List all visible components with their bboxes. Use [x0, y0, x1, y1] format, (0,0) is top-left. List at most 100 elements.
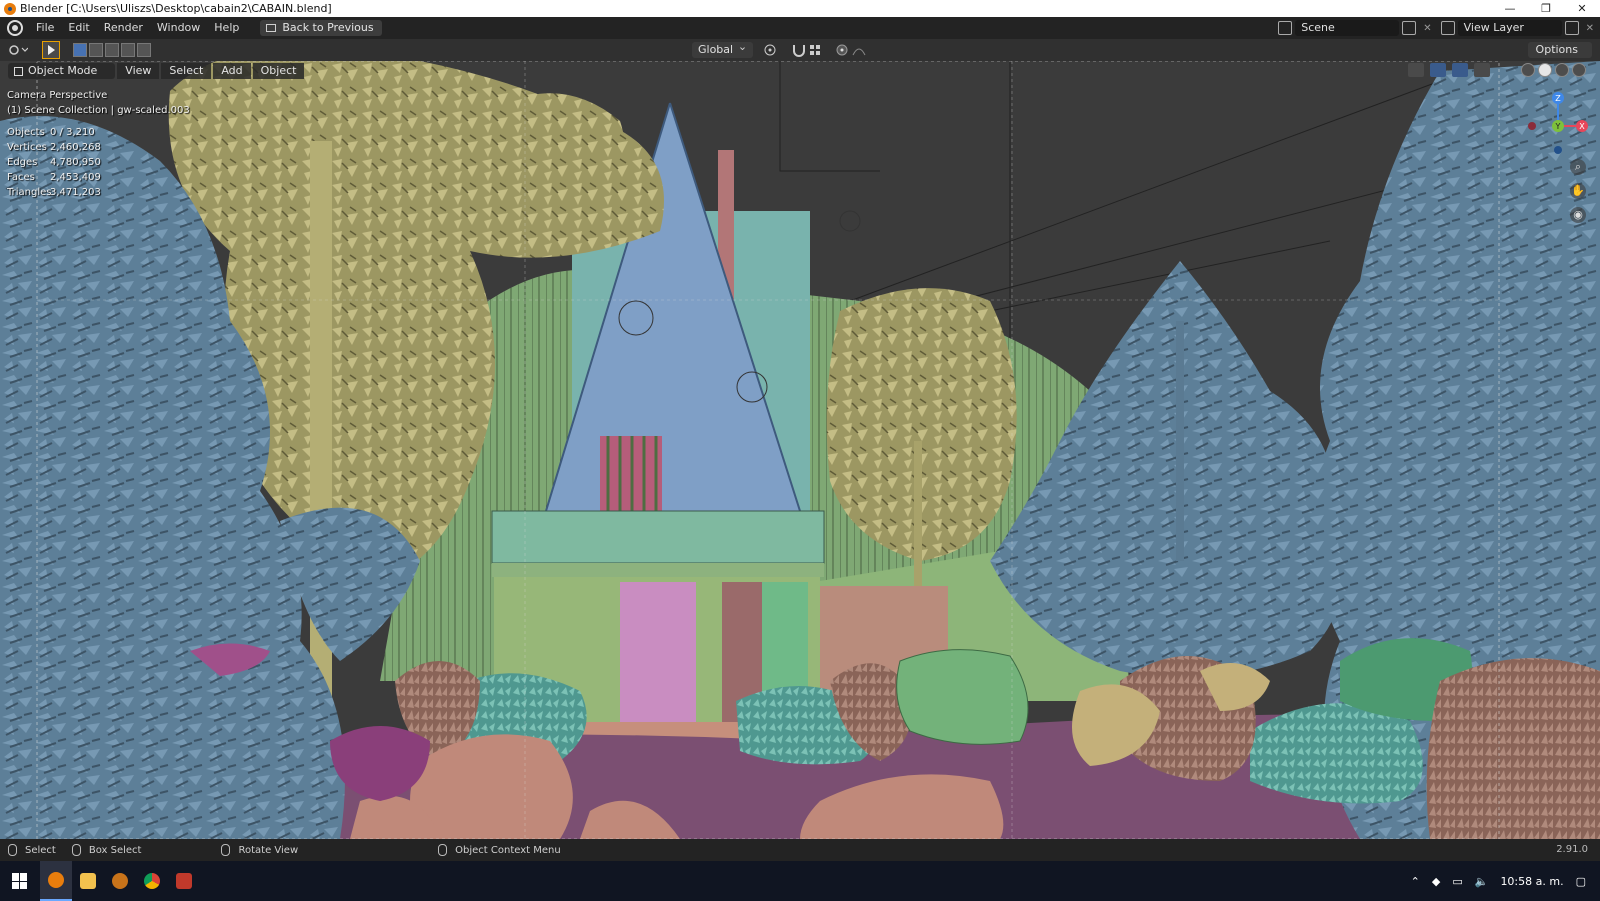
chrome-icon	[144, 873, 160, 889]
stat-key: Triangles	[7, 187, 52, 198]
zoom-icon[interactable]: ⌕	[1570, 159, 1586, 175]
blender-taskbar-icon	[48, 872, 64, 888]
3d-viewport[interactable]: Object Mode View Select Add Object Camer…	[0, 61, 1600, 839]
restore-button[interactable]: ❐	[1528, 0, 1564, 17]
close-button[interactable]: ✕	[1564, 0, 1600, 17]
collection-label: (1) Scene Collection | gw-scaled.003	[7, 105, 190, 116]
stat-value: 0 / 3,210	[50, 127, 95, 138]
blender-alt-icon	[112, 873, 128, 889]
view-layer-field[interactable]: View Layer	[1457, 20, 1562, 36]
stat-row: Objects 0 / 3,210	[7, 125, 101, 140]
select-tool-button[interactable]	[42, 41, 60, 59]
viewport-menu-add[interactable]: Add	[213, 63, 251, 79]
delete-scene-icon[interactable]: ✕	[1423, 23, 1431, 34]
blender-app-icon	[4, 2, 16, 15]
scene-viewlayer-group: Scene ✕ View Layer ✕	[1275, 17, 1600, 39]
taskbar-blender-2[interactable]	[104, 861, 136, 901]
mouse-right-icon	[438, 844, 448, 856]
viewport-menu-view[interactable]: View	[117, 63, 160, 79]
gizmo-x-label: X	[1579, 122, 1585, 131]
select-invert-icon[interactable]	[121, 43, 135, 57]
gizmo-neg-x[interactable]	[1528, 122, 1536, 130]
status-select-label: Select	[25, 844, 56, 856]
menu-window[interactable]: Window	[150, 17, 207, 39]
blender-logo-icon[interactable]	[7, 20, 23, 36]
new-view-layer-icon[interactable]	[1564, 21, 1579, 35]
options-dropdown[interactable]: Options	[1527, 42, 1592, 58]
view-layer-icon[interactable]	[1440, 21, 1455, 35]
select-subtract-icon[interactable]	[105, 43, 119, 57]
stat-row: Vertices 2,460,268	[7, 140, 101, 155]
taskbar-blender[interactable]	[40, 861, 72, 901]
menu-render[interactable]: Render	[97, 17, 150, 39]
xray-toggle-icon[interactable]	[1474, 63, 1490, 77]
gizmo-toggle-icon[interactable]	[1430, 63, 1446, 77]
select-extend-icon[interactable]	[89, 43, 103, 57]
editor-type-icon[interactable]	[8, 43, 28, 57]
taskbar-file-explorer[interactable]	[72, 861, 104, 901]
viewport-menu-object[interactable]: Object	[252, 63, 305, 79]
clock[interactable]: 10:58 a. m.	[1500, 875, 1563, 888]
menu-edit[interactable]: Edit	[61, 17, 96, 39]
window-controls: — ❐ ✕	[1492, 0, 1600, 17]
pan-hand-icon[interactable]: ✋	[1570, 183, 1586, 199]
proportional-editing-icon[interactable]	[835, 43, 851, 57]
viewport-menu-select[interactable]: Select	[161, 63, 212, 79]
status-box-select-label: Box Select	[88, 844, 142, 856]
stat-key: Faces	[7, 172, 35, 183]
status-bar: Select Box Select Rotate View Object Con…	[0, 839, 1600, 861]
notifications-icon[interactable]: ▢	[1576, 875, 1586, 888]
status-select: Select	[8, 844, 56, 856]
status-context-menu: Object Context Menu	[438, 844, 561, 856]
status-context-menu-label: Object Context Menu	[455, 844, 561, 856]
back-to-previous-button[interactable]: Back to Previous	[260, 20, 382, 36]
shading-mode-group	[1521, 63, 1586, 77]
visibility-eye-icon[interactable]	[1408, 63, 1424, 77]
menu-file[interactable]: File	[29, 17, 61, 39]
scene-icon[interactable]	[1278, 21, 1293, 35]
stat-value: 2,460,268	[50, 142, 101, 153]
scene-field[interactable]: Scene	[1295, 20, 1400, 36]
gizmo-neg-z[interactable]	[1554, 146, 1562, 154]
network-icon[interactable]: ▭	[1452, 875, 1462, 888]
stat-key: Objects	[7, 127, 45, 138]
start-button[interactable]	[0, 861, 40, 901]
falloff-icon[interactable]	[851, 43, 869, 57]
material-shading-icon[interactable]	[1555, 63, 1569, 77]
object-mode-dropdown[interactable]: Object Mode	[8, 63, 116, 79]
status-rotate-view: Rotate View	[221, 844, 298, 856]
snap-increment-icon[interactable]	[807, 43, 829, 57]
menu-help[interactable]: Help	[207, 17, 246, 39]
gizmo-y-label: Y	[1555, 122, 1561, 131]
grid-app-icon	[176, 873, 192, 889]
scene-render[interactable]	[0, 61, 1600, 839]
overlays-toggle-icon[interactable]	[1452, 63, 1468, 77]
mouse-left-icon	[8, 844, 17, 856]
gizmo-z-label: Z	[1555, 94, 1561, 103]
pivot-point-icon[interactable]	[763, 43, 785, 57]
wireframe-shading-icon[interactable]	[1521, 63, 1535, 77]
scene-statistics: Objects 0 / 3,210 Vertices 2,460,268 Edges…	[7, 125, 101, 200]
rendered-shading-icon[interactable]	[1572, 63, 1586, 77]
minimize-button[interactable]: —	[1492, 0, 1528, 17]
select-new-icon[interactable]	[73, 43, 87, 57]
mouse-middle-icon	[221, 844, 231, 856]
select-intersect-icon[interactable]	[137, 43, 151, 57]
new-scene-icon[interactable]	[1402, 21, 1417, 35]
orientation-dropdown[interactable]: Global	[692, 39, 754, 58]
snap-magnet-icon[interactable]	[791, 43, 807, 57]
stat-value: 4,780,950	[50, 157, 101, 168]
navigation-gizmo[interactable]: Z Y X	[1518, 86, 1588, 156]
stat-key: Edges	[7, 157, 38, 168]
selection-mode-group	[73, 43, 153, 57]
solid-shading-icon[interactable]	[1538, 63, 1552, 77]
tray-chevron-icon[interactable]: ⌃	[1411, 875, 1420, 888]
taskbar-app[interactable]	[168, 861, 200, 901]
navigation-tools: ⌕ ✋ ◉	[1570, 159, 1586, 223]
dropbox-icon[interactable]: ◆	[1432, 875, 1440, 888]
camera-view-icon[interactable]: ◉	[1570, 207, 1586, 223]
taskbar-chrome[interactable]	[136, 861, 168, 901]
volume-icon[interactable]: 🔈	[1475, 875, 1489, 888]
folder-icon	[80, 873, 96, 889]
delete-view-layer-icon[interactable]: ✕	[1586, 23, 1594, 34]
